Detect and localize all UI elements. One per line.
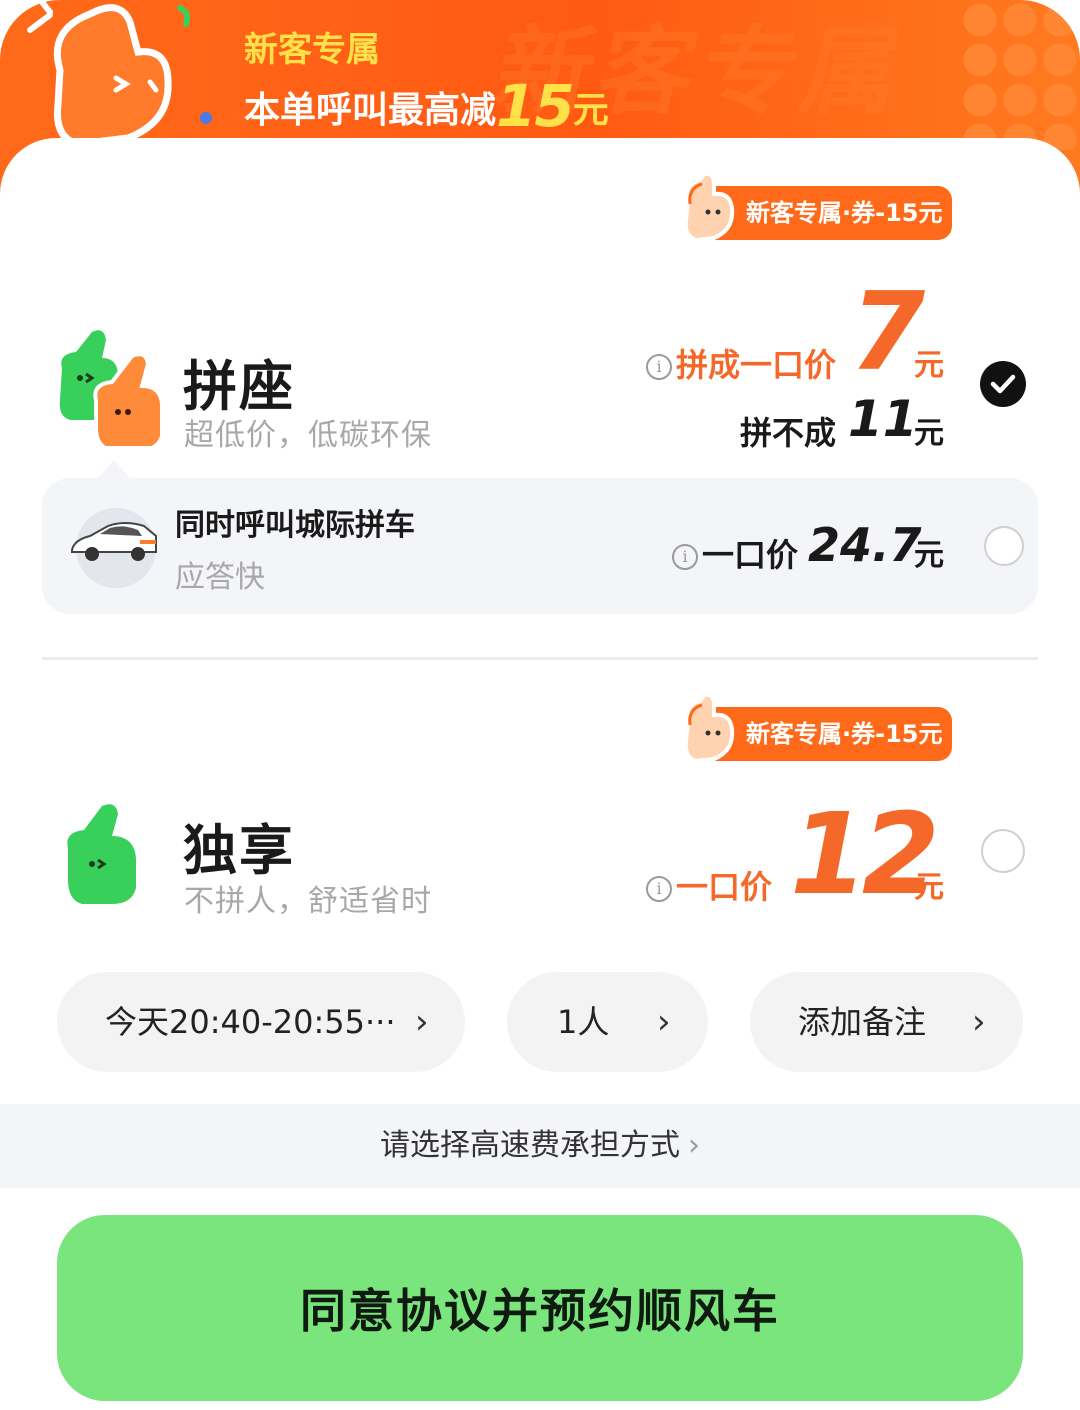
banner-discount-amount: 15 — [496, 72, 575, 140]
chevron-right-icon: › — [972, 1002, 986, 1042]
toll-payment-selector[interactable]: 请选择高速费承担方式 › — [0, 1104, 1080, 1188]
option-name-duxiang: 独享 — [183, 819, 295, 882]
toll-payment-text: 请选择高速费承担方式 — [380, 1128, 680, 1163]
departure-time-text: 今天20:40-20:55··· — [105, 1003, 396, 1041]
option-pinzuo-radio[interactable] — [980, 361, 1026, 407]
intercity-price-value: 24.7 — [808, 518, 922, 572]
carpool-mascot-icon — [59, 330, 164, 446]
thumbs-up-mascot-icon — [27, 0, 212, 148]
add-note-button[interactable]: 添加备注 › — [750, 972, 1023, 1072]
no-match-price-unit: 元 — [914, 416, 944, 451]
chevron-right-icon: › — [688, 1128, 700, 1163]
intercity-option-name: 同时呼叫城际拼车 — [175, 508, 415, 543]
chevron-right-icon: › — [415, 1002, 429, 1042]
info-icon[interactable]: i — [646, 354, 672, 380]
chevron-right-icon: › — [657, 1002, 671, 1042]
private-price-label-text: 一口价 — [676, 868, 773, 906]
intercity-option-desc: 应答快 — [175, 560, 265, 595]
no-match-price-value: 11 — [848, 390, 918, 448]
option-divider — [42, 657, 1038, 660]
passenger-count-selector[interactable]: 1人 › — [507, 972, 708, 1072]
agree-and-book-button[interactable]: 同意协议并预约顺风车 — [57, 1215, 1023, 1401]
info-icon[interactable]: i — [646, 876, 672, 902]
coupon-tag-text: 新客专属·券-15元 — [746, 720, 943, 748]
intercity-price-label-text: 一口价 — [702, 536, 799, 574]
carpool-price-label-text: 拼成一口价 — [676, 346, 837, 384]
intercity-price-unit: 元 — [914, 538, 944, 573]
coupon-hand-icon — [683, 693, 735, 764]
private-ride-mascot-icon — [67, 804, 136, 904]
coupon-tag: 新客专属·券-15元 — [683, 172, 953, 243]
coupon-tag: 新客专属·券-15元 — [683, 693, 953, 764]
departure-time-selector[interactable]: 今天20:40-20:55··· › — [57, 972, 465, 1072]
info-icon[interactable]: i — [672, 544, 698, 570]
carpool-price-unit: 元 — [914, 348, 944, 383]
option-desc-pinzuo: 超低价，低碳环保 — [184, 418, 432, 453]
private-price-value: 12 — [790, 790, 940, 920]
coupon-tag-text: 新客专属·券-15元 — [746, 199, 943, 227]
banner-title: 新客专属 — [244, 30, 380, 70]
passenger-count-text: 1人 — [557, 1003, 610, 1041]
add-note-text: 添加备注 — [798, 1003, 927, 1041]
banner-subtitle-text: 本单呼叫最高减 — [244, 90, 497, 131]
banner-discount-unit: 元 — [572, 90, 609, 131]
option-desc-duxiang: 不拼人，舒适省时 — [184, 884, 432, 919]
no-match-price-label: 拼不成 — [740, 414, 837, 452]
option-duxiang-radio[interactable] — [981, 829, 1025, 873]
intercity-price-label: i 一口价 — [672, 530, 798, 576]
sub-option-pointer — [96, 460, 132, 480]
coupon-hand-icon — [683, 172, 735, 243]
car-icon — [71, 508, 157, 588]
banner-subtitle: 本单呼叫最高减15元 — [244, 72, 609, 140]
check-icon — [990, 374, 1016, 394]
carpool-price-label: i 拼成一口价 — [646, 340, 836, 386]
private-price-unit: 元 — [914, 870, 944, 905]
private-price-label: i 一口价 — [646, 862, 772, 908]
intercity-radio[interactable] — [984, 526, 1024, 566]
banner-dots-decoration — [960, 0, 1080, 150]
